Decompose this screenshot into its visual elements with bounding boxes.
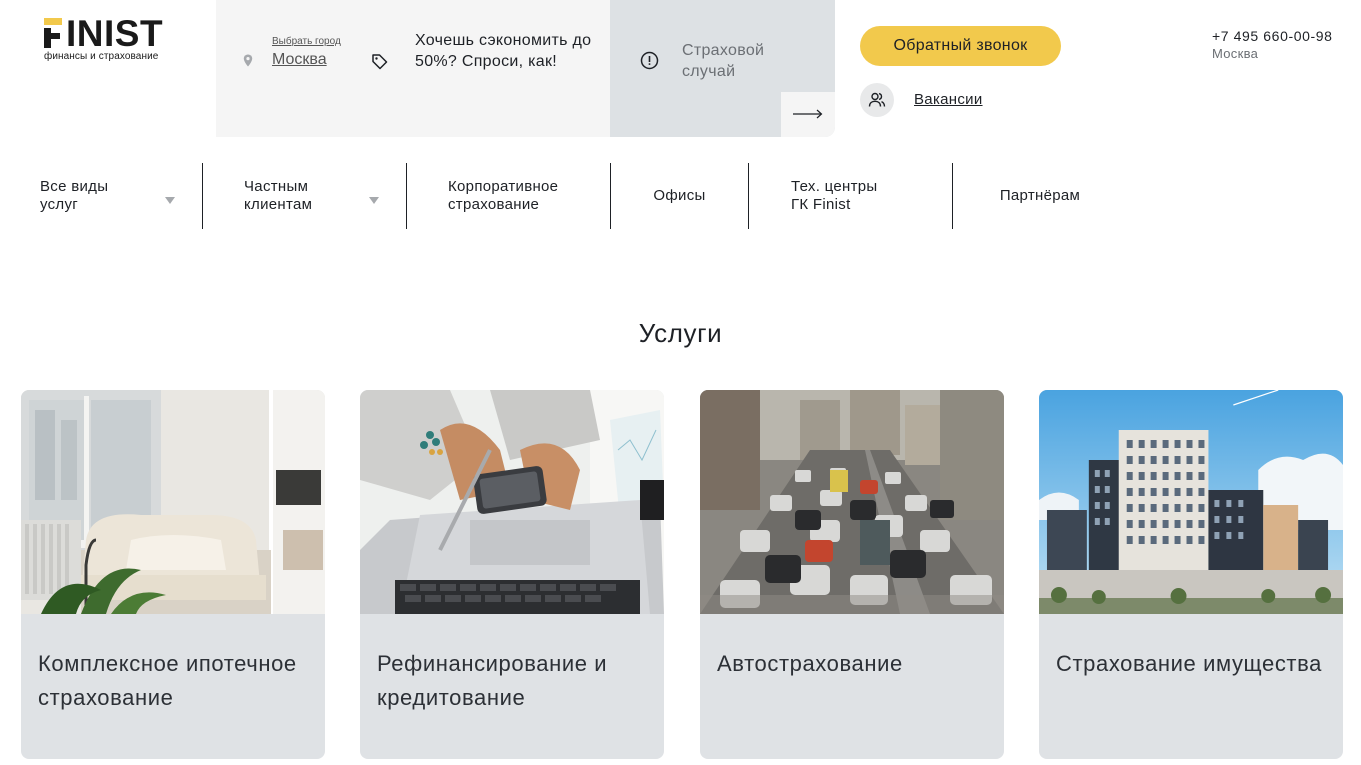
nav-item-partners[interactable]: Партнёрам [953,163,1127,229]
nav-item-offices[interactable]: Офисы [611,163,748,229]
promo-link[interactable]: Хочешь сэкономить до 50%? Спроси, как! [415,30,595,72]
nav-label: Тех. центры ГК Finist [791,178,878,213]
nav-label: Все виды услуг [40,178,109,213]
laptop-phone-hands-photo [360,390,664,614]
nav-label: Офисы [653,187,706,204]
main-nav: Все виды услуг Частным клиентам Корпорат… [0,163,1361,229]
residential-buildings-photo [1039,390,1343,614]
logo-subtitle: финансы и страхование [44,51,159,62]
services-heading: Услуги [638,318,723,348]
city-select-link[interactable]: Москва [272,51,327,69]
caret-down-icon [165,197,175,204]
tag-icon [372,54,388,70]
arrow-right-icon [793,109,823,119]
phone-city: Москва [1212,46,1259,61]
service-card-mortgage[interactable]: Комплексное ипотечное страхование [21,390,325,759]
location-pin-icon [243,54,253,67]
nav-item-private-clients[interactable]: Частным клиентам [203,163,406,229]
alert-icon [640,51,659,70]
city-select-caption[interactable]: Выбрать город [272,36,341,47]
nav-label: Частным клиентам [244,178,313,213]
vacancies-icon-circle[interactable] [860,83,894,117]
nav-label: Корпоративное страхование [448,178,559,213]
phone-number[interactable]: +7 495 660-00-98 [1212,28,1333,44]
insurance-claim-label[interactable]: Страховой случай [682,40,792,82]
callback-button[interactable]: Обратный звонок [860,26,1061,66]
claim-arrow-button[interactable] [781,92,835,137]
service-card-title: Рефинансирование и кредитование [377,651,608,710]
city-traffic-photo [700,390,1004,614]
service-card-title: Страхование имущества [1056,651,1322,676]
logo-mark: INIST [44,13,164,54]
nav-item-corporate[interactable]: Корпоративное страхование [407,163,610,229]
nav-item-all-services[interactable]: Все виды услуг [0,163,202,229]
service-card-title: Автострахование [717,651,903,676]
caret-down-icon [369,197,379,204]
users-icon [868,92,886,107]
vacancies-link[interactable]: Вакансии [914,91,983,108]
nav-item-tech-centers[interactable]: Тех. центры ГК Finist [749,163,952,229]
service-card-title: Комплексное ипотечное страхование [38,651,297,710]
nav-label: Партнёрам [999,187,1081,204]
service-card-auto[interactable]: Автострахование [700,390,1004,759]
interior-armchair-photo [21,390,325,614]
logo-f-mark [44,18,64,48]
logo[interactable]: INIST финансы и страхование [44,13,184,64]
service-card-refinancing[interactable]: Рефинансирование и кредитование [360,390,664,759]
logo-text: INIST [66,13,164,54]
service-card-property[interactable]: Страхование имущества [1039,390,1343,759]
